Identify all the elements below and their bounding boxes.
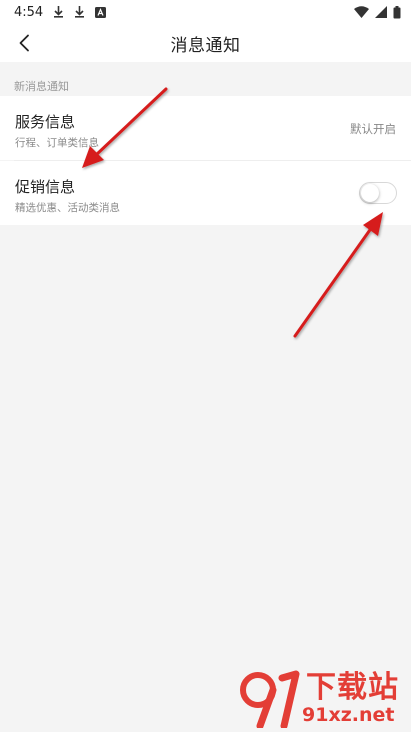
section-header: 新消息通知 — [0, 62, 411, 96]
annotation-arrow — [293, 212, 383, 338]
toggle-knob — [361, 184, 379, 202]
row-subtitle: 行程、订单类信息 — [15, 137, 99, 149]
watermark-brand: 下载站 — [306, 670, 399, 705]
wifi-icon — [354, 6, 369, 18]
nav-bar: 消息通知 — [0, 24, 411, 62]
row-subtitle: 精选优惠、活动类消息 — [15, 202, 120, 214]
watermark-logo-icon — [240, 670, 300, 728]
watermark-url: 91xz.net — [302, 704, 395, 726]
row-status-value: 默认开启 — [350, 122, 396, 136]
signal-icon — [375, 6, 387, 18]
service-info-row[interactable]: 服务信息 行程、订单类信息 默认开启 — [0, 96, 411, 160]
promotion-toggle[interactable] — [359, 182, 397, 204]
back-button[interactable] — [8, 26, 40, 60]
download-icon — [54, 6, 64, 18]
text-app-icon — [95, 6, 107, 18]
download-icon — [75, 6, 85, 18]
status-time: 4:54 — [14, 4, 44, 20]
row-title: 服务信息 — [15, 113, 76, 131]
status-bar: 4:54 — [0, 0, 411, 24]
page-title: 消息通知 — [170, 35, 241, 56]
watermark: 下载站 91xz.net — [238, 668, 406, 728]
chevron-left-icon — [19, 34, 29, 52]
status-right — [354, 5, 401, 19]
row-title: 促销信息 — [15, 178, 76, 196]
battery-icon — [393, 5, 401, 18]
status-left: 4:54 — [14, 4, 107, 20]
promotion-info-row[interactable]: 促销信息 精选优惠、活动类消息 — [0, 161, 411, 225]
